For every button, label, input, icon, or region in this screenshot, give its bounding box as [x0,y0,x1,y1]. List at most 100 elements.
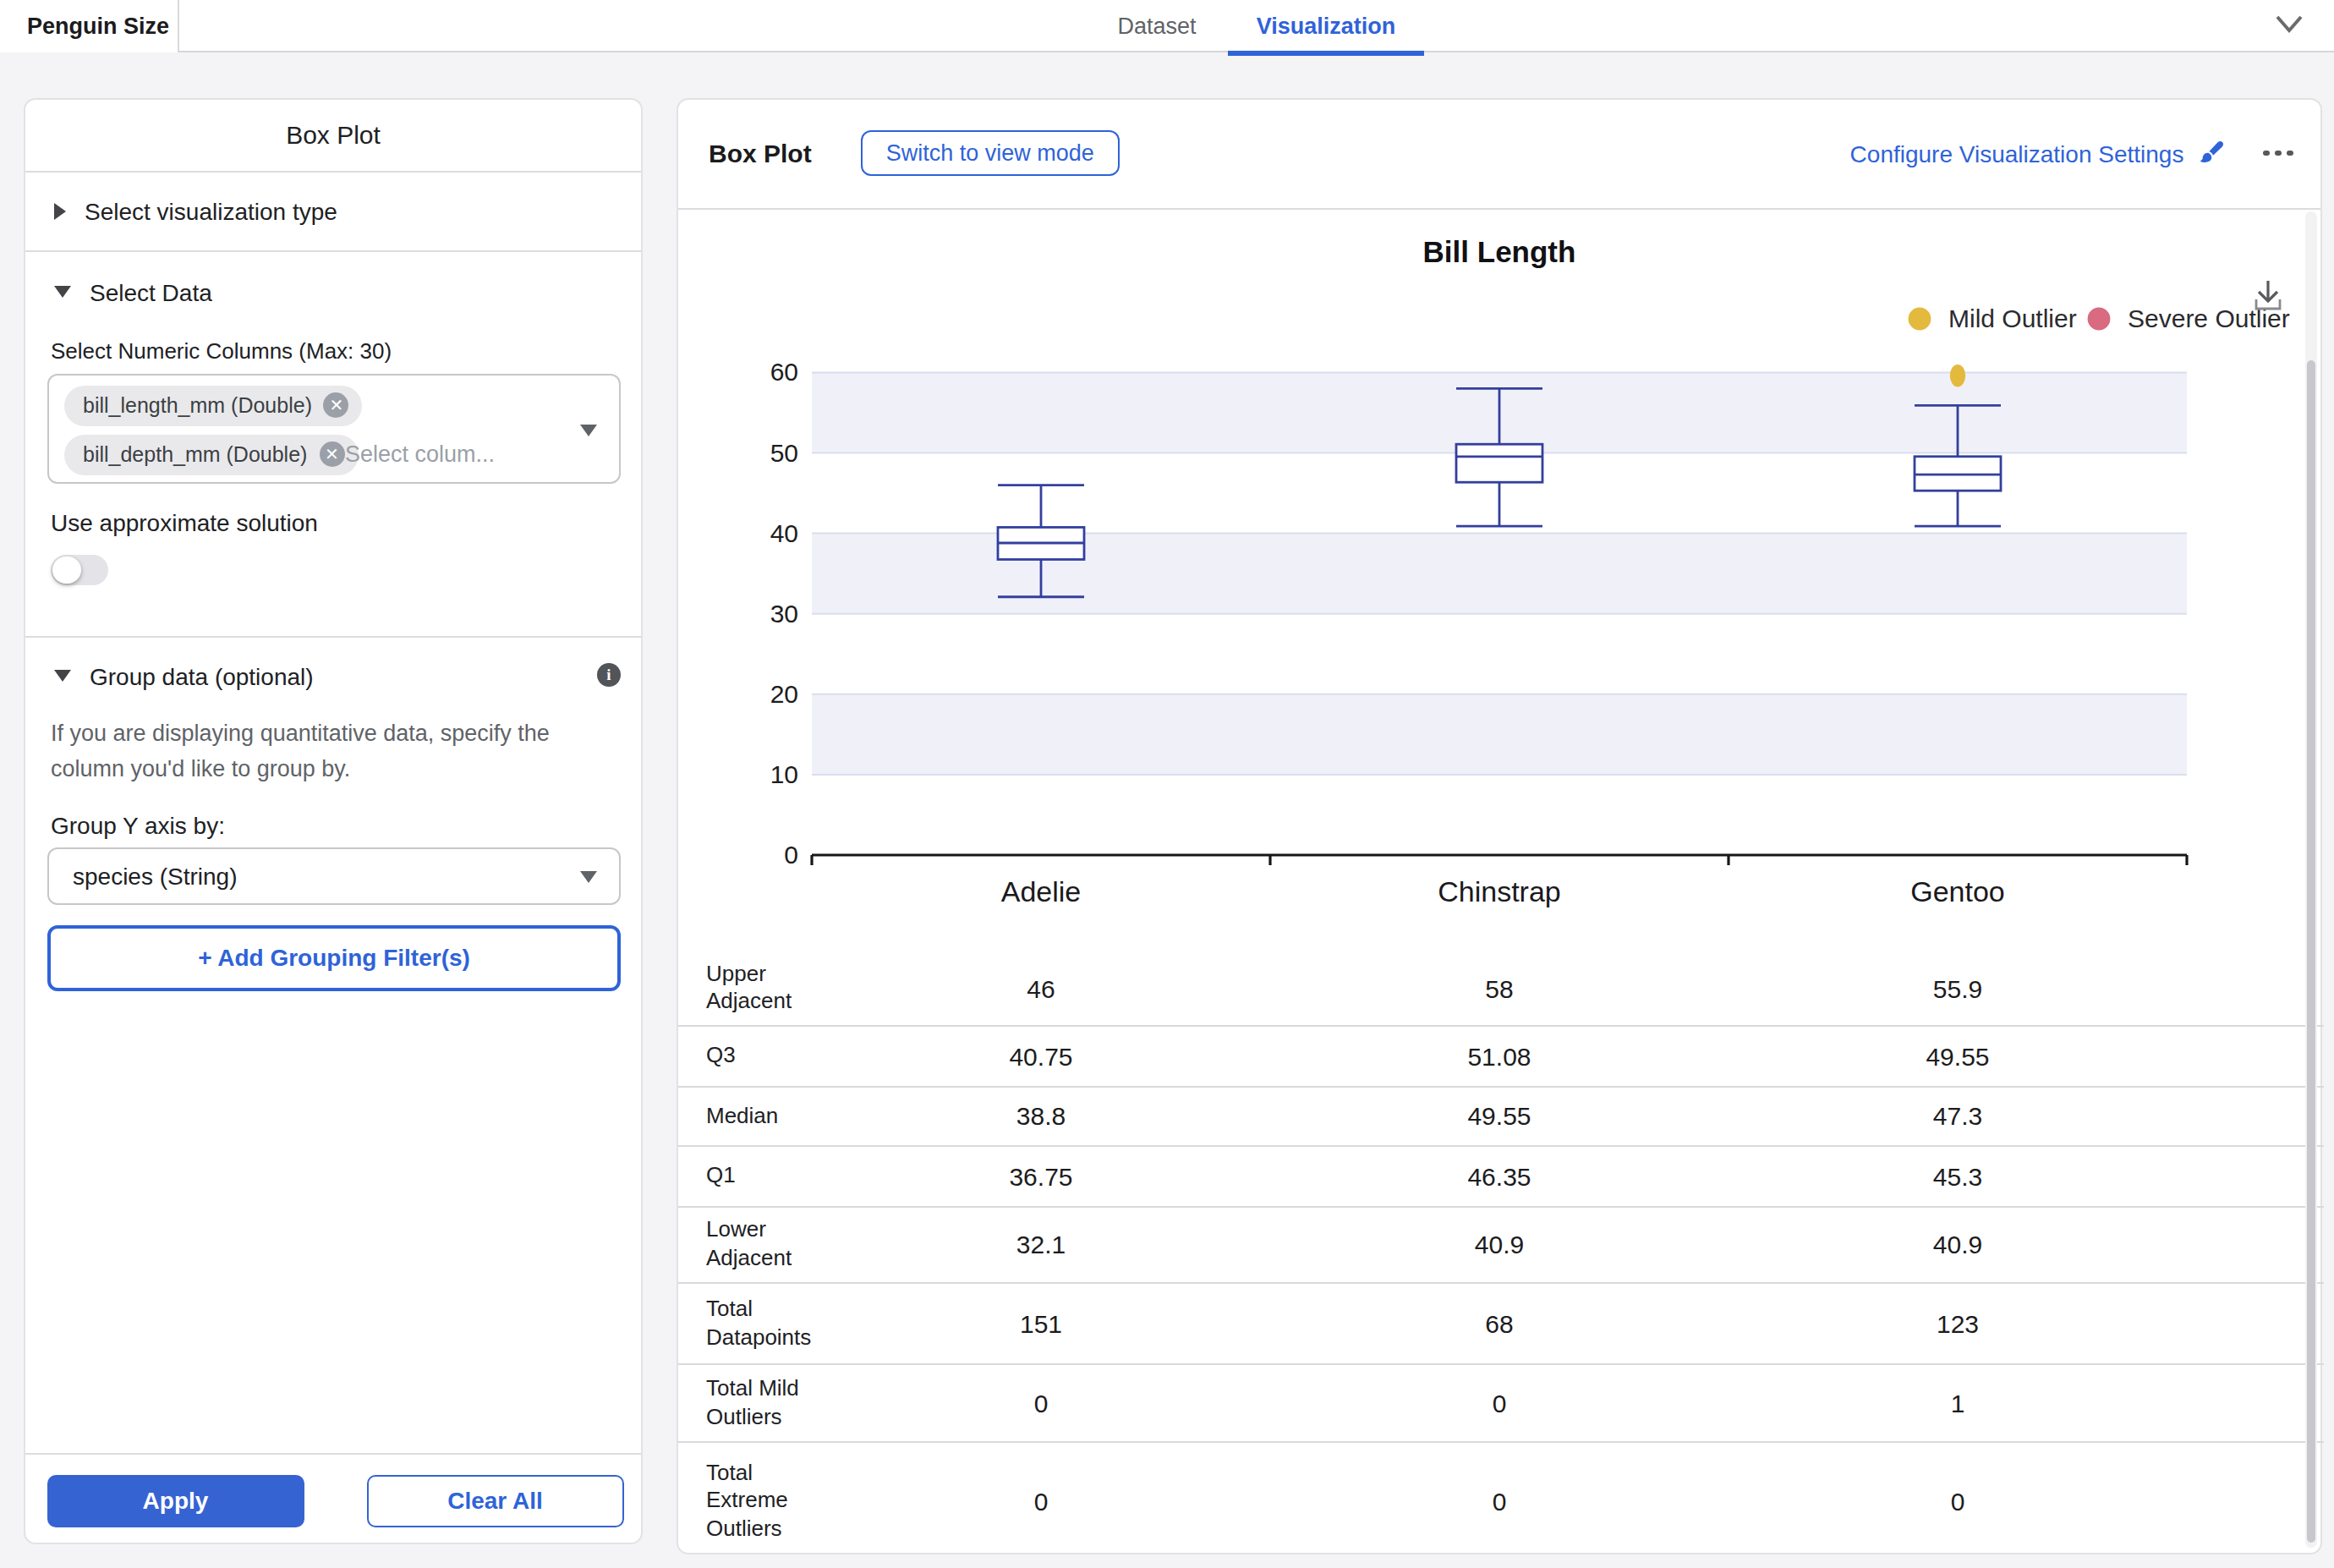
stats-cell: 47.3 [1729,1102,2187,1131]
section-label: Select visualization type [85,197,337,224]
y-axis-tick-label: 40 [770,518,798,546]
selected-column-chip[interactable]: bill_depth_mm (Double) ✕ [64,434,358,474]
outlier-point[interactable] [1950,364,1965,386]
group-by-value: species (String) [73,863,238,890]
stats-row-label: Total Mild Outliers [706,1375,821,1431]
chip-label: bill_length_mm (Double) [83,393,312,417]
app-root: Penguin Size Dataset Visualization Box P… [0,0,2334,1568]
numeric-columns-multiselect[interactable]: bill_length_mm (Double) ✕ bill_depth_mm … [47,373,621,483]
x-axis-category-label: Gentoo [1910,874,2005,907]
section-group-data[interactable]: Group data (optional) [54,662,314,689]
stats-cell: 0 [812,1389,1270,1417]
configure-settings-link[interactable]: Configure Visualization Settings [1850,140,2184,167]
stats-row-label: Lower Adjacent [706,1217,821,1273]
clear-all-button[interactable]: Clear All [367,1475,623,1527]
top-bar: Penguin Size Dataset Visualization [0,0,2334,52]
stats-cell: 40.9 [1270,1231,1729,1259]
stats-row-label: Total Datapoints [706,1296,821,1351]
remove-chip-icon[interactable]: ✕ [324,392,349,418]
stats-cell: 46.35 [1270,1162,1729,1191]
x-axis-category-label: Adelie [1001,874,1082,907]
panel-title: Box Plot [25,99,641,172]
y-axis-tick-label: 0 [784,840,798,868]
workbook-tab-label: Penguin Size [27,14,169,39]
stats-cell: 68 [1270,1309,1729,1338]
stats-row: Median38.849.5547.3 [678,1085,2324,1145]
box[interactable] [1456,443,1542,481]
stats-cell: 58 [1270,973,1729,1002]
dropdown-caret-icon [580,870,597,882]
divider [25,1452,641,1454]
y-axis-tick-label: 10 [770,759,798,787]
expanded-triangle-icon [54,670,71,682]
dropdown-caret-icon[interactable] [580,424,597,436]
expanded-triangle-icon [54,286,71,298]
switch-view-mode-button[interactable]: Switch to view mode [861,130,1120,176]
scrollbar-thumb[interactable] [2307,359,2315,1542]
section-select-visualization-type[interactable]: Select visualization type [25,172,641,251]
stats-cell: 36.75 [812,1162,1270,1191]
add-grouping-filter-button[interactable]: + Add Grouping Filter(s) [47,925,621,990]
active-tab-underline [1228,50,1424,55]
visualization-title: Box Plot [709,139,812,167]
more-options-icon[interactable] [2263,150,2293,156]
legend-swatch [2088,307,2111,330]
stats-cell: 0 [1729,1487,2187,1516]
stats-cell: 49.55 [1729,1042,2187,1071]
stats-row: Q136.7546.3545.3 [678,1145,2324,1205]
stats-cell: 151 [812,1309,1270,1338]
stats-row: Lower Adjacent32.140.940.9 [678,1205,2324,1282]
group-data-description: If you are displaying quantitative data,… [51,715,619,786]
x-axis-category-label: Chinstrap [1438,874,1561,907]
add-grouping-filter-label: + Add Grouping Filter(s) [198,945,470,972]
stats-cell: 0 [1270,1389,1729,1417]
numeric-columns-label: Select Numeric Columns (Max: 30) [51,337,392,363]
stats-cell: 40.9 [1729,1231,2187,1259]
group-y-axis-label: Group Y axis by: [51,812,225,839]
stats-row-label: Median [706,1102,821,1130]
selected-column-chip[interactable]: bill_length_mm (Double) ✕ [64,385,363,425]
stats-row: Q340.7551.0849.55 [678,1025,2324,1085]
apply-button[interactable]: Apply [47,1475,304,1527]
chart-title: Bill Length [1423,234,1576,267]
y-axis-tick-label: 30 [770,599,798,627]
box-plot-chart: 0 10 20 30 40 50 60 Adelie Chinstrap Gentoo Bill L… [678,209,2324,948]
scrollbar[interactable] [2305,211,2317,1549]
box-plot-stats-table: Upper Adjacent465855.9Q340.7551.0849.55M… [678,951,2324,1560]
chevron-down-icon[interactable] [2275,14,2304,36]
stats-row-label: Total Extreme Outliers [706,1460,821,1543]
chip-label: bill_depth_mm (Double) [83,442,307,466]
group-by-select[interactable]: species (String) [47,847,621,905]
stats-cell: 40.75 [812,1042,1270,1071]
stats-cell: 49.55 [1270,1102,1729,1131]
visualization-header: Box Plot Switch to view mode Configure V… [678,99,2320,209]
info-icon[interactable]: i [597,662,621,686]
stats-row-label: Upper Adjacent [706,960,821,1016]
legend-swatch [1909,307,1931,330]
stats-cell: 45.3 [1729,1162,2187,1191]
y-axis-tick-label: 60 [770,357,798,385]
workbook-tab[interactable]: Penguin Size [0,0,178,52]
stats-cell: 1 [1729,1389,2187,1417]
chart-band [812,694,2187,774]
stats-row-label: Q3 [706,1042,821,1070]
stats-cell: 123 [1729,1309,2187,1338]
stats-cell: 32.1 [812,1231,1270,1259]
tab-dataset[interactable]: Dataset [1093,0,1221,52]
stats-row: Total Extreme Outliers000 [678,1441,2324,1560]
stats-cell: 51.08 [1270,1042,1729,1071]
y-axis-tick-label: 20 [770,679,798,707]
column-select-placeholder: Select colum... [345,441,495,466]
tab-visualization[interactable]: Visualization [1228,0,1424,52]
remove-chip-icon[interactable]: ✕ [319,441,344,467]
toggle-knob [52,556,80,584]
stats-row: Total Datapoints15168123 [678,1282,2324,1363]
approx-solution-toggle[interactable] [51,554,108,585]
section-select-data[interactable]: Select Data [54,278,212,305]
stats-cell: 38.8 [812,1102,1270,1131]
approx-solution-label: Use approximate solution [51,508,318,535]
paintbrush-icon[interactable] [2199,140,2224,166]
y-axis-tick-label: 50 [770,438,798,466]
stats-cell: 46 [812,973,1270,1002]
legend-label: Mild Outlier [1948,304,2077,332]
